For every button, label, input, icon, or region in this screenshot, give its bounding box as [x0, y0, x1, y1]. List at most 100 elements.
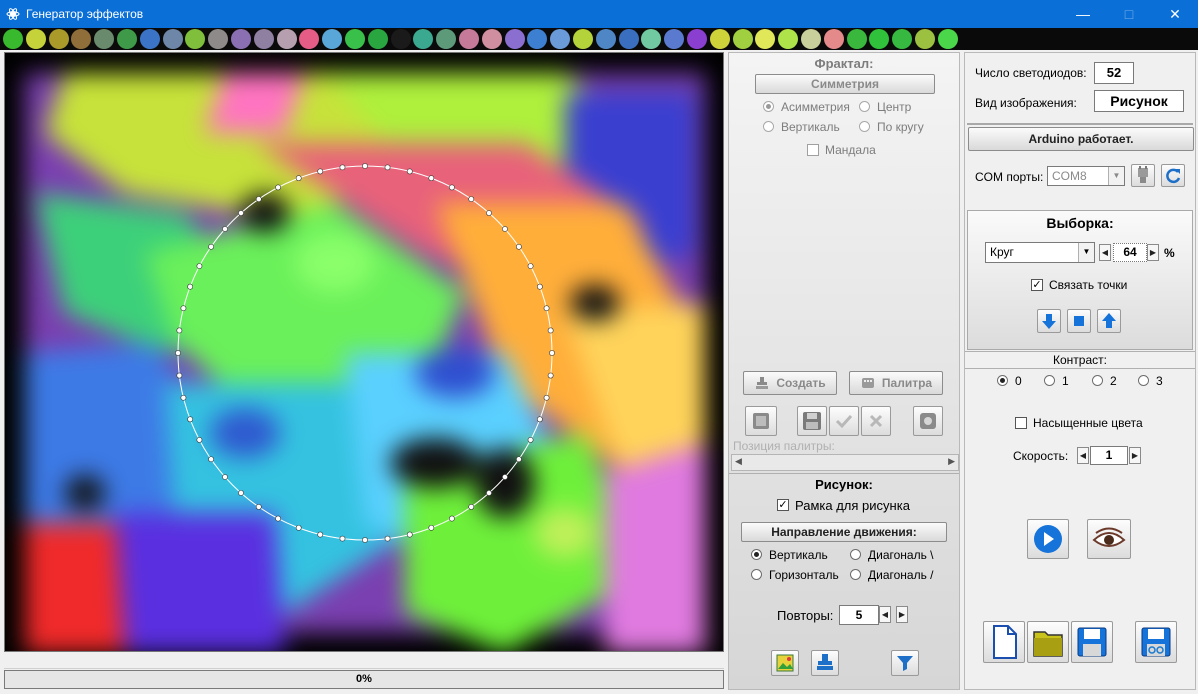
palette-color-swatch[interactable]	[117, 29, 137, 49]
repeats-decrease[interactable]: ◀	[879, 606, 891, 623]
stamp-image-button[interactable]	[811, 650, 839, 676]
close-button[interactable]: ✕	[1152, 0, 1198, 28]
palette-color-swatch[interactable]	[755, 29, 776, 49]
palette-color-swatch[interactable]	[892, 29, 913, 49]
led-count-input[interactable]: 52	[1094, 62, 1134, 84]
save-palette-button[interactable]	[797, 406, 827, 436]
saturated-colors-checkbox[interactable]	[1015, 417, 1027, 429]
palette-color-swatch[interactable]	[687, 29, 707, 49]
palette-color-swatch[interactable]	[276, 29, 297, 49]
new-file-button[interactable]	[983, 621, 1025, 663]
play-button[interactable]	[1027, 519, 1069, 559]
palette-color-swatch[interactable]	[71, 29, 92, 49]
palette-color-swatch[interactable]	[732, 29, 753, 49]
connect-button[interactable]	[1131, 164, 1155, 187]
direction-button[interactable]: Направление движения:	[741, 522, 947, 542]
palette-color-swatch[interactable]	[208, 29, 229, 49]
palette-color-swatch[interactable]	[3, 29, 23, 49]
view-mode-field[interactable]: Рисунок	[1094, 90, 1184, 112]
radio-contrast-3[interactable]	[1138, 375, 1149, 386]
refresh-ports-button[interactable]	[1161, 164, 1185, 187]
speed-input[interactable]: 1	[1090, 446, 1128, 465]
palette-settings-button[interactable]	[913, 406, 943, 436]
palette-color-swatch[interactable]	[915, 29, 935, 49]
palette-color-swatch[interactable]	[937, 29, 958, 49]
radio-contrast-0[interactable]	[997, 375, 1008, 386]
palette-color-swatch[interactable]	[253, 29, 274, 49]
speed-increase[interactable]: ▶	[1129, 447, 1141, 464]
palette-color-swatch[interactable]	[527, 29, 548, 49]
palette-color-swatch[interactable]	[299, 29, 320, 49]
palette-color-swatch[interactable]	[48, 29, 69, 49]
palette-color-swatch[interactable]	[367, 29, 388, 49]
palette-color-swatch[interactable]	[25, 29, 46, 49]
load-image-button[interactable]	[771, 650, 799, 676]
radio-contrast-2[interactable]	[1092, 375, 1103, 386]
palette-color-swatch[interactable]	[94, 29, 115, 49]
palette-color-swatch[interactable]	[573, 29, 593, 49]
palette-color-swatch[interactable]	[345, 29, 365, 49]
connect-points-checkbox[interactable]: ✓	[1031, 279, 1043, 291]
palette-color-swatch[interactable]	[390, 29, 411, 49]
palette-position-scrollbar[interactable]: ◀ ▶	[731, 454, 959, 471]
palette-color-swatch[interactable]	[550, 29, 571, 49]
palette-color-swatch[interactable]	[481, 29, 502, 49]
palette-color-swatch[interactable]	[618, 29, 639, 49]
radio-dir-horizontal[interactable]	[751, 569, 762, 580]
save-file-button[interactable]	[1071, 621, 1113, 663]
open-file-button[interactable]	[1027, 621, 1069, 663]
radio-vertical-symmetry[interactable]	[763, 121, 774, 132]
arduino-status-button[interactable]: Arduino работает.	[968, 127, 1194, 151]
apply-button[interactable]	[829, 406, 859, 436]
effect-preview[interactable]	[4, 52, 724, 652]
palette-color-swatch[interactable]	[185, 29, 206, 49]
percent-increase[interactable]: ▶	[1147, 244, 1159, 261]
create-button[interactable]: Создать	[743, 371, 837, 395]
palette-color-swatch[interactable]	[459, 29, 479, 49]
com-port-select[interactable]: COM8 ▼	[1047, 166, 1125, 186]
palette-color-swatch[interactable]	[436, 29, 457, 49]
palette-color-swatch[interactable]	[231, 29, 251, 49]
radio-dir-diagonal-fwd[interactable]	[850, 569, 861, 580]
palette-color-swatch[interactable]	[162, 29, 183, 49]
radio-center[interactable]	[859, 101, 870, 112]
palette-color-swatch[interactable]	[504, 29, 525, 49]
palette-color-swatch[interactable]	[801, 29, 821, 49]
save-to-device-button[interactable]	[1135, 621, 1177, 663]
repeats-increase[interactable]: ▶	[896, 606, 908, 623]
palette-color-swatch[interactable]	[846, 29, 867, 49]
filter-button[interactable]	[891, 650, 919, 676]
palette-color-swatch[interactable]	[595, 29, 616, 49]
symmetry-button[interactable]: Симметрия	[755, 74, 935, 94]
stop-button[interactable]	[1067, 309, 1091, 333]
palette-color-swatch[interactable]	[641, 29, 662, 49]
palette-color-swatch[interactable]	[139, 29, 160, 49]
move-up-button[interactable]	[1097, 309, 1121, 333]
mandala-checkbox[interactable]	[807, 144, 819, 156]
percent-decrease[interactable]: ◀	[1099, 244, 1111, 261]
radio-dir-vertical[interactable]	[751, 549, 762, 560]
radio-contrast-1[interactable]	[1044, 375, 1055, 386]
percent-input[interactable]: 64	[1113, 243, 1147, 262]
palette-color-swatch[interactable]	[709, 29, 730, 49]
cancel-button[interactable]	[861, 406, 891, 436]
scroll-right-icon[interactable]: ▶	[948, 456, 955, 467]
maximize-button[interactable]: □	[1106, 0, 1152, 28]
preview-toggle-button[interactable]	[1087, 519, 1131, 559]
palette-strip[interactable]	[0, 28, 1198, 50]
palette-color-swatch[interactable]	[778, 29, 799, 49]
speed-decrease[interactable]: ◀	[1077, 447, 1089, 464]
radio-dir-diagonal-back[interactable]	[850, 549, 861, 560]
palette-color-swatch[interactable]	[664, 29, 685, 49]
palette-color-swatch[interactable]	[823, 29, 844, 49]
move-down-button[interactable]	[1037, 309, 1061, 333]
palette-color-swatch[interactable]	[869, 29, 890, 49]
minimize-button[interactable]: —	[1060, 0, 1106, 28]
radio-circular[interactable]	[859, 121, 870, 132]
frame-checkbox[interactable]: ✓	[777, 499, 789, 511]
open-palette-button[interactable]	[745, 406, 777, 436]
palette-button[interactable]: Палитра	[849, 371, 943, 395]
scroll-left-icon[interactable]: ◀	[735, 456, 742, 467]
palette-color-swatch[interactable]	[322, 29, 343, 49]
palette-color-swatch[interactable]	[413, 29, 434, 49]
